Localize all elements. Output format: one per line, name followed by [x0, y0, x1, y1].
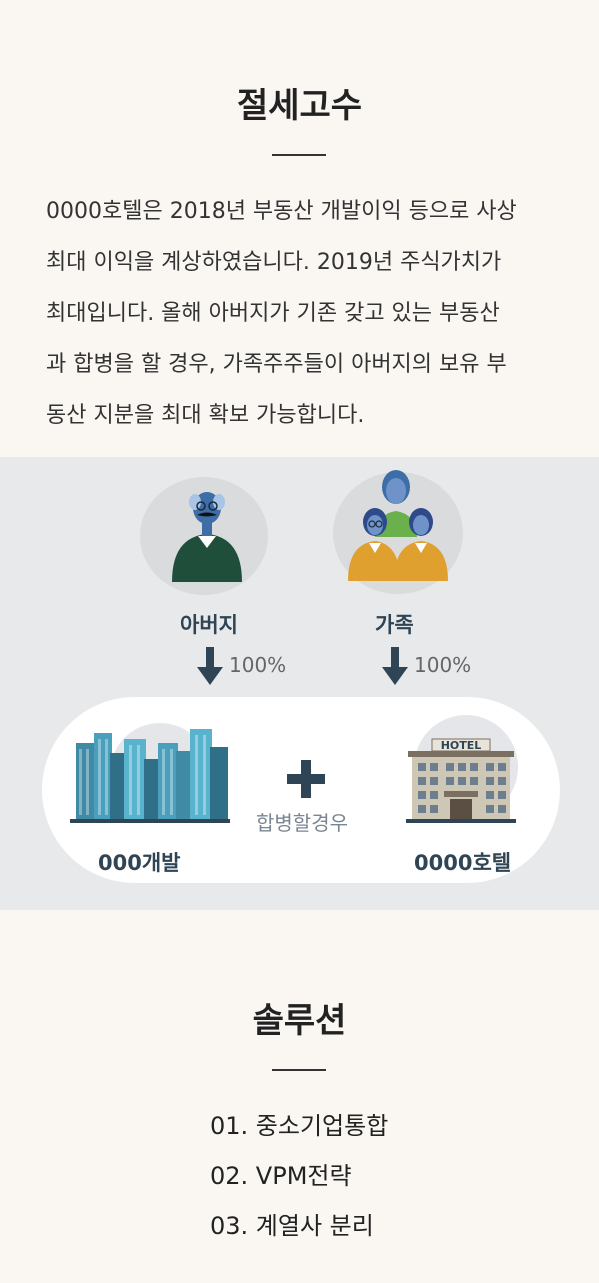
skyscrapers-icon [70, 723, 230, 823]
family-label: 가족 [375, 613, 414, 637]
companies-panel: 000개발 합병할경우 HOTEL 0000호텔 [42, 697, 560, 883]
family-icon [348, 470, 448, 581]
svg-text:HOTEL: HOTEL [441, 739, 482, 752]
title-divider [272, 154, 326, 156]
solutions-section: 솔루션 01. 중소기업통합 02. VPM전략 03. 계열사 분리 [0, 910, 599, 1283]
father-share: 100% [229, 653, 287, 677]
paragraph-line: 0000호텔은 2018년 부동산 개발이익 등으로 사상 [46, 199, 517, 224]
paragraph-line: 과 합병을 할 경우, 가족주주들이 아버지의 보유 부 [46, 352, 507, 377]
paragraph-line: 동산 지분을 최대 확보 가능합니다. [46, 403, 365, 428]
solution-item: 03. 계열사 분리 [210, 1212, 374, 1240]
father-icon [172, 492, 242, 582]
paragraph-line: 최대입니다. 올해 아버지가 기존 갖고 있는 부동산 [46, 301, 500, 326]
section-title: 절세고수 [236, 86, 363, 126]
arrow-down-icon [382, 647, 408, 685]
solutions-title: 솔루션 [252, 1001, 347, 1041]
intro-section: 절세고수 0000호텔은 2018년 부동산 개발이익 등으로 사상 최대 이익… [0, 0, 599, 457]
plus-icon [287, 760, 325, 798]
intro-paragraph: 0000호텔은 2018년 부동산 개발이익 등으로 사상 최대 이익을 계상하… [46, 186, 566, 441]
father-label: 아버지 [180, 613, 238, 637]
company-a-label: 000개발 [98, 851, 181, 875]
family-share: 100% [414, 653, 472, 677]
solution-item: 01. 중소기업통합 [210, 1112, 389, 1140]
merge-text: 합병할경우 [256, 811, 348, 835]
paragraph-line: 최대 이익을 계상하였습니다. 2019년 주식가치가 [46, 250, 502, 275]
arrow-down-icon [197, 647, 223, 685]
merger-diagram: 아버지 100% 가족 100% 000개발 합병할경우 HOTEL 0000호… [0, 457, 599, 910]
hotel-icon: HOTEL [406, 715, 518, 823]
company-b-label: 0000호텔 [414, 851, 512, 875]
solution-item: 02. VPM전략 [210, 1162, 352, 1190]
title-divider [272, 1069, 326, 1071]
